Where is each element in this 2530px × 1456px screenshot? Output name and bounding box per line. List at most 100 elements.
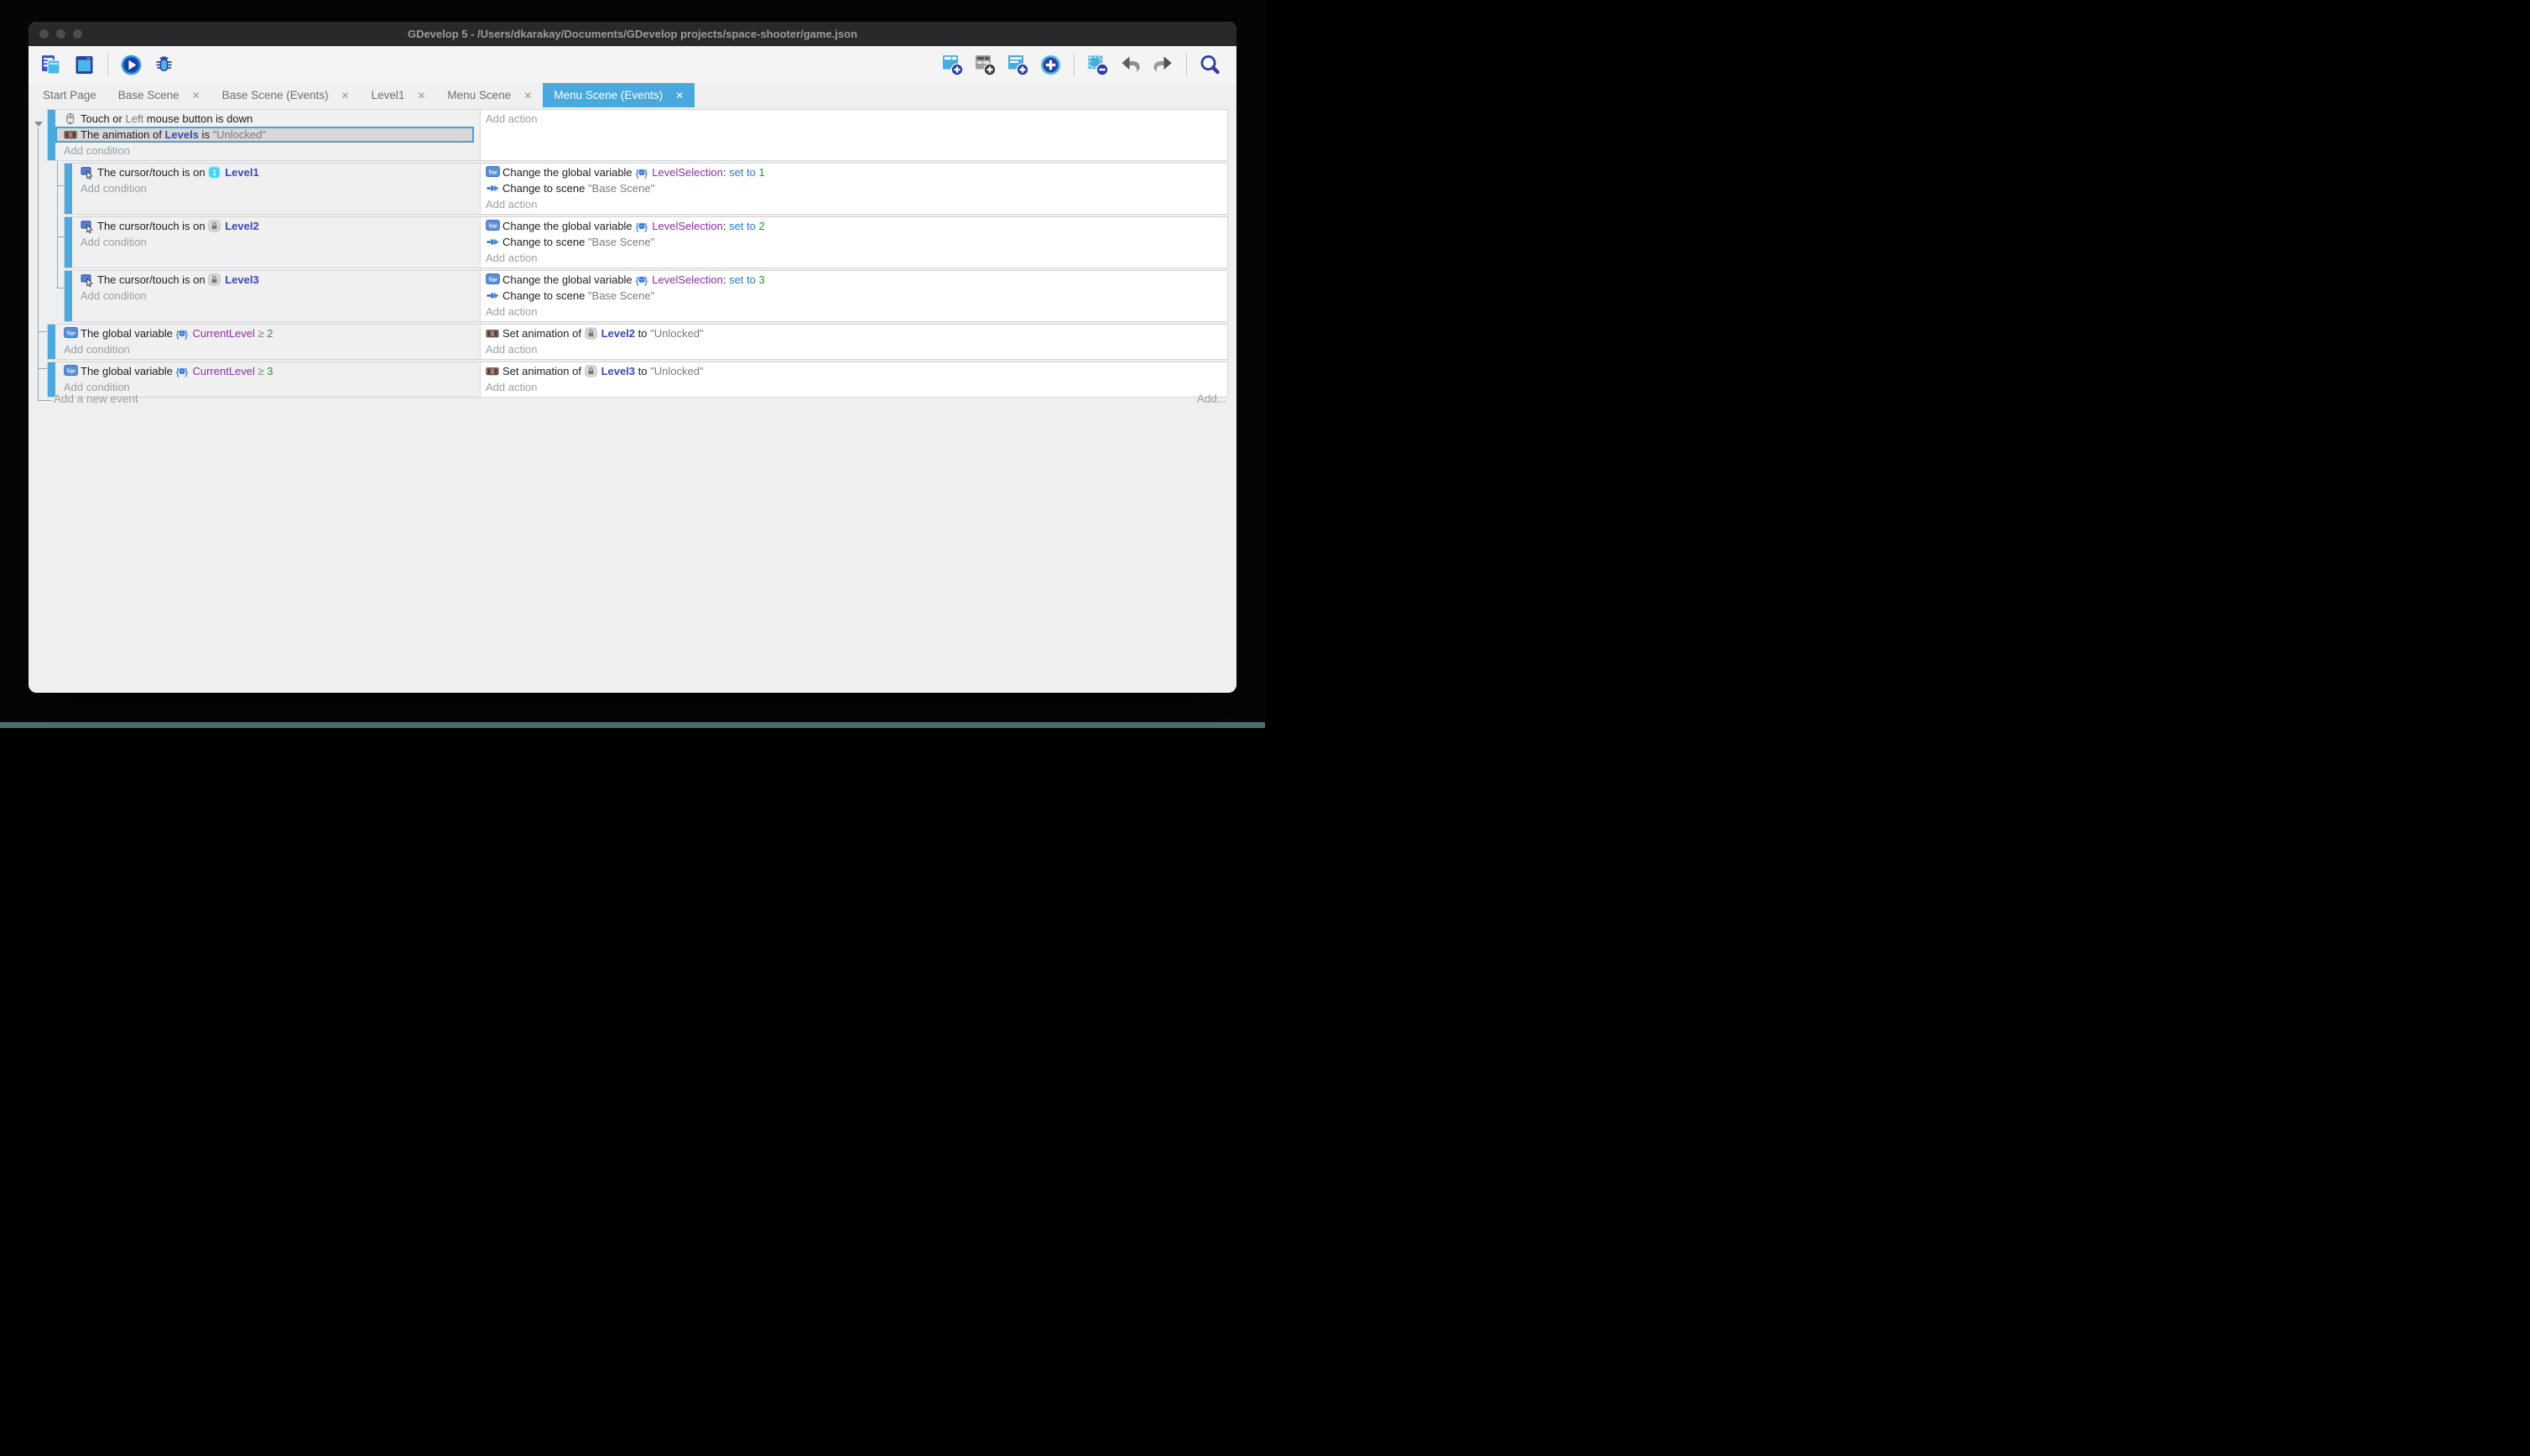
cursor-icon [81, 220, 95, 232]
toolbar [29, 46, 1236, 83]
event-block: VarThe global variable {}CurrentLevel ≥ … [47, 361, 1228, 398]
conditions-column: Touch or Left mouse button is downThe an… [55, 110, 481, 160]
add-comment-button[interactable] [1007, 54, 1029, 76]
close-icon[interactable]: ✕ [417, 91, 425, 101]
action-row[interactable]: VarChange the global variable {}LevelSel… [481, 218, 1227, 234]
add-condition-button[interactable]: Add condition [55, 341, 480, 357]
condition-row[interactable]: The cursor/touch is on Level2 [72, 218, 480, 234]
action-row[interactable]: VarChange the global variable {}LevelSel… [481, 164, 1227, 180]
condition-row[interactable]: VarThe global variable {}CurrentLevel ≥ … [55, 325, 480, 341]
tree-line [38, 368, 47, 369]
svg-text:}: } [644, 222, 648, 232]
close-icon[interactable]: ✕ [192, 91, 200, 101]
tab-label: Start Page [43, 89, 96, 101]
conditions-column: VarThe global variable {}CurrentLevel ≥ … [55, 362, 481, 397]
remove-event-button[interactable] [1086, 54, 1109, 76]
text-segment: LevelSelection [652, 166, 723, 179]
action-row[interactable]: Change to scene "Base Scene" [481, 180, 1227, 196]
text-segment: : [723, 166, 729, 179]
event-handle[interactable] [65, 217, 72, 268]
text-segment: Set animation of [502, 365, 585, 377]
actions-column: VarChange the global variable {}LevelSel… [481, 271, 1227, 321]
preview-window-button[interactable] [73, 54, 96, 76]
text-segment: ≥ [255, 327, 267, 340]
event-block: The cursor/touch is on 1Level1Add condit… [64, 163, 1228, 215]
toolbar-left-group [35, 54, 180, 76]
add-action-button[interactable]: Add action [481, 111, 1227, 127]
tab-menu-scene-events[interactable]: Menu Scene (Events)✕ [543, 83, 695, 107]
actions-column: Set animation of Level2 to "Unlocked"Add… [481, 325, 1227, 359]
svg-text:Var: Var [488, 275, 497, 283]
add-event-icon [941, 54, 964, 76]
svg-text:}: } [644, 169, 648, 179]
add-subevent-button[interactable] [974, 54, 997, 76]
condition-row[interactable]: The cursor/touch is on 1Level1 [72, 164, 480, 180]
event-handle[interactable] [48, 325, 55, 359]
tab-menu-scene[interactable]: Menu Scene✕ [436, 83, 543, 107]
add-new-event-button[interactable]: Add a new event [54, 393, 138, 405]
add-action-button[interactable]: Add action [481, 379, 1227, 395]
add-condition-button[interactable]: Add condition [55, 143, 480, 159]
add-condition-button[interactable]: Add condition [72, 180, 480, 196]
minimize-button[interactable] [56, 29, 65, 39]
conditions-column: The cursor/touch is on 1Level1Add condit… [72, 164, 481, 214]
add-action-button[interactable]: Add action [481, 304, 1227, 320]
add-action-button[interactable]: Add action [481, 341, 1227, 357]
add-action-button[interactable]: Add action [481, 250, 1227, 266]
choose-add-event-button[interactable] [1039, 54, 1062, 76]
condition-row[interactable]: Touch or Left mouse button is down [55, 111, 480, 127]
svg-text:1: 1 [212, 169, 216, 177]
text-segment: Levels [164, 128, 198, 141]
title-bar: GDevelop 5 - /Users/dkarakay/Documents/G… [29, 22, 1236, 46]
play-preview-button[interactable] [120, 54, 143, 76]
add-condition-button[interactable]: Add condition [72, 234, 480, 250]
event-handle[interactable] [65, 164, 72, 214]
add-more-button[interactable]: Add... [1197, 393, 1226, 405]
condition-row-selected[interactable]: The animation of Levels is "Unlocked" [55, 127, 474, 143]
search-button[interactable] [1199, 54, 1221, 76]
text-segment: set to [729, 220, 758, 232]
text-segment: LevelSelection [652, 273, 723, 286]
tab-level1[interactable]: Level1✕ [361, 83, 437, 107]
gvar-icon: {} [635, 273, 649, 286]
close-icon[interactable]: ✕ [523, 91, 532, 101]
close-icon[interactable]: ✕ [675, 91, 684, 101]
action-row[interactable]: VarChange the global variable {}LevelSel… [481, 272, 1227, 288]
condition-row[interactable]: The cursor/touch is on Level3 [72, 272, 480, 288]
text-segment: Change the global variable [502, 220, 635, 232]
add-condition-button[interactable]: Add condition [72, 288, 480, 304]
text-segment: 2 [759, 220, 765, 232]
event-handle[interactable] [48, 362, 55, 397]
scene-icon [486, 289, 500, 302]
close-button[interactable] [39, 29, 49, 39]
text-segment: is [199, 128, 213, 141]
text-segment: The cursor/touch is on [97, 273, 208, 286]
tab-base-scene-events[interactable]: Base Scene (Events)✕ [211, 83, 361, 107]
debug-preview-button[interactable] [153, 54, 175, 76]
tree-line [38, 331, 47, 332]
redo-button[interactable] [1152, 54, 1174, 76]
action-row[interactable]: Change to scene "Base Scene" [481, 288, 1227, 304]
tab-start-page[interactable]: Start Page [32, 83, 107, 107]
project-manager-icon [40, 54, 63, 76]
action-row[interactable]: Set animation of Level3 to "Unlocked" [481, 363, 1227, 379]
condition-row[interactable]: VarThe global variable {}CurrentLevel ≥ … [55, 363, 480, 379]
event-handle[interactable] [65, 271, 72, 321]
close-icon[interactable]: ✕ [341, 91, 350, 101]
event-handle[interactable] [48, 110, 55, 160]
zoom-button[interactable] [73, 29, 82, 39]
action-row[interactable]: Set animation of Level2 to "Unlocked" [481, 325, 1227, 341]
collapse-arrow-icon[interactable] [34, 122, 43, 127]
events-sheet: Touch or Left mouse button is downThe an… [29, 107, 1236, 693]
text-segment: Left [125, 112, 143, 125]
add-action-button[interactable]: Add action [481, 196, 1227, 212]
text-segment: Touch or [81, 112, 125, 125]
gvar-icon: {} [635, 166, 649, 179]
undo-button[interactable] [1119, 54, 1142, 76]
tab-base-scene[interactable]: Base Scene✕ [107, 83, 211, 107]
project-manager-button[interactable] [40, 54, 63, 76]
toolbar-right-group [936, 54, 1226, 76]
text-segment: CurrentLevel [192, 365, 254, 377]
action-row[interactable]: Change to scene "Base Scene" [481, 234, 1227, 250]
add-event-button[interactable] [941, 54, 964, 76]
